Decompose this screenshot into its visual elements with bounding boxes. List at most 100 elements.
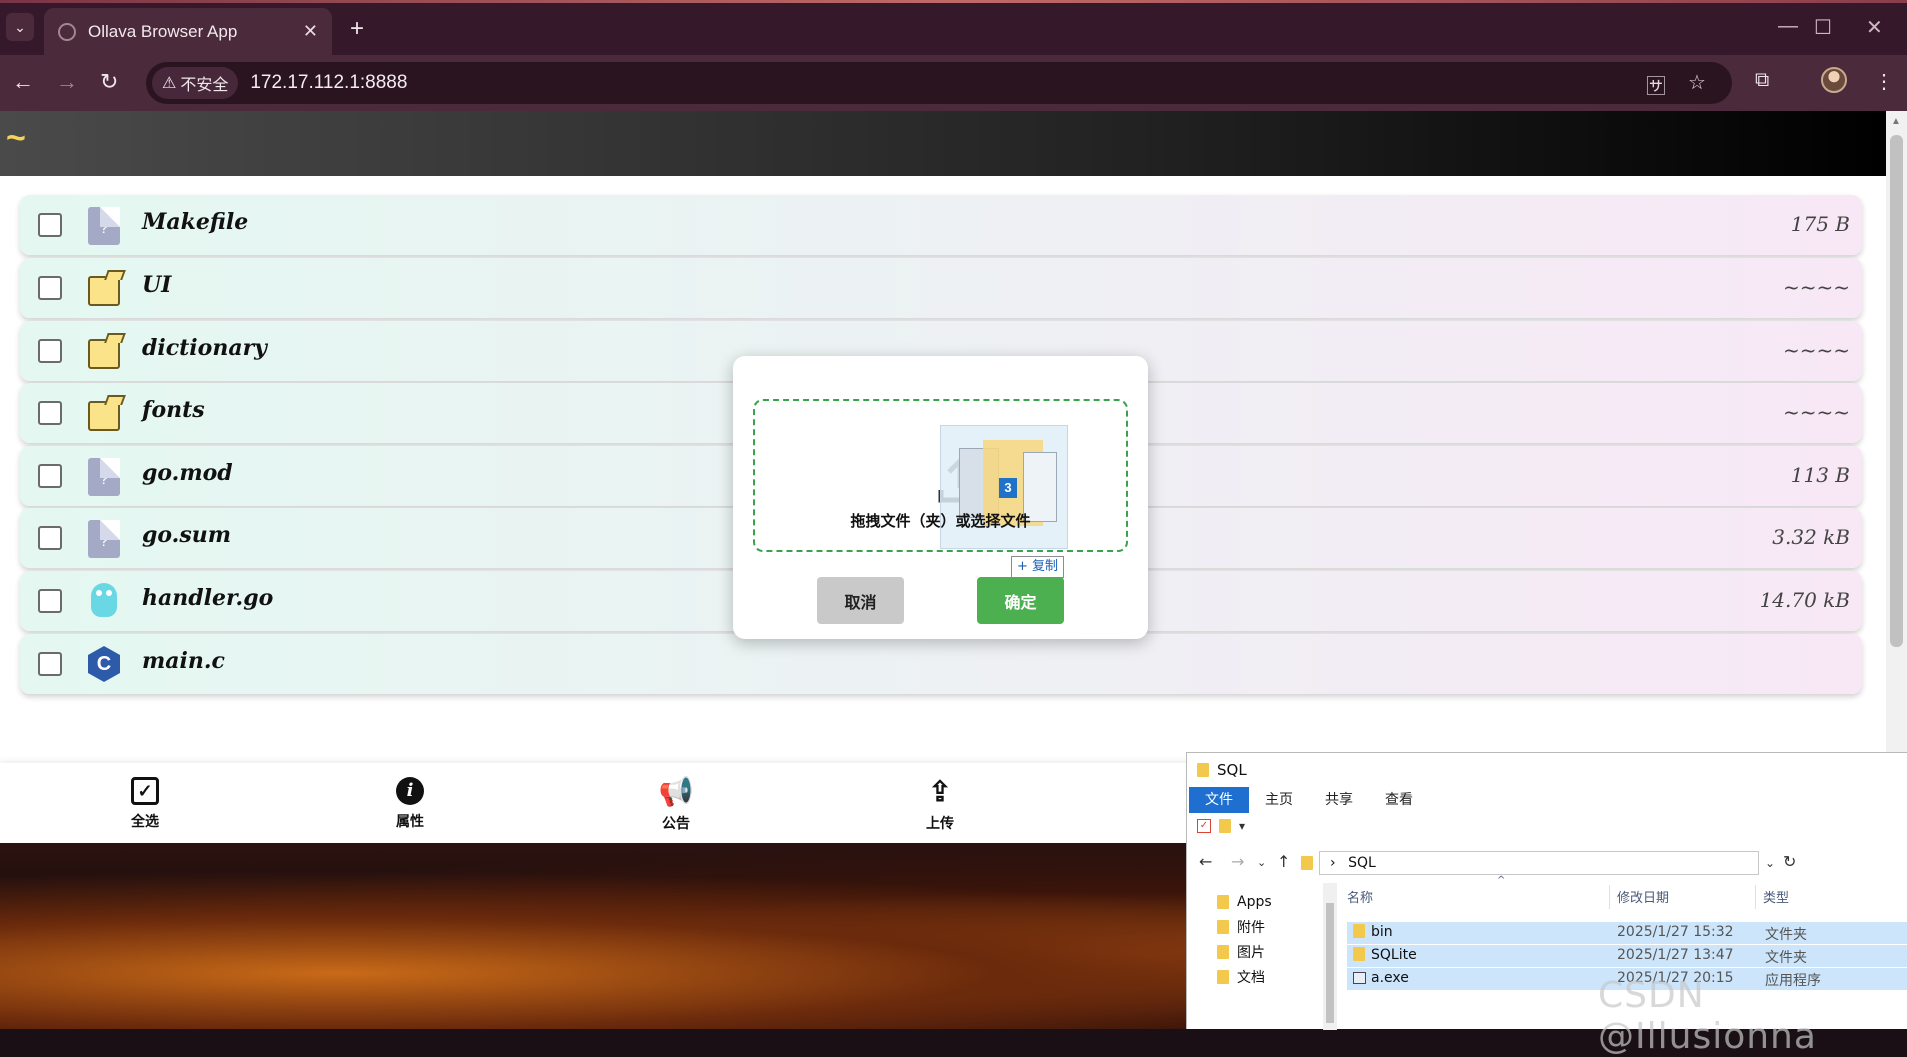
folder-icon	[1197, 763, 1209, 777]
nav-item-documents[interactable]: 文档	[1217, 964, 1272, 989]
properties-check-icon[interactable]: ✓	[1197, 819, 1211, 833]
file-name[interactable]: main.c	[142, 648, 225, 674]
folder-icon	[1353, 924, 1365, 938]
new-folder-icon[interactable]	[1219, 819, 1231, 833]
browser-menu-icon[interactable]: ⋮	[1874, 69, 1894, 94]
nav-item-label: 文档	[1237, 969, 1265, 986]
ribbon-tab-file[interactable]: 文件	[1189, 787, 1249, 813]
row-checkbox[interactable]	[38, 401, 62, 425]
extensions-puzzle-icon[interactable]: ⧉	[1755, 69, 1769, 92]
explorer-file-row[interactable]: SQLite 2025/1/27 13:47 文件夹	[1347, 945, 1907, 967]
select-all-button[interactable]: ✓ 全选	[105, 777, 185, 831]
announcement-button[interactable]: 📢 公告	[636, 777, 716, 833]
upload-icon: ⇪	[928, 776, 952, 807]
file-size: 113 B	[1790, 463, 1850, 487]
home-path-label[interactable]: ~	[6, 119, 26, 158]
profile-avatar[interactable]	[1821, 67, 1847, 93]
close-window-button[interactable]: ✕	[1866, 15, 1883, 40]
row-checkbox[interactable]	[38, 339, 62, 363]
browser-toolbar: ← → ↻ ⚠ 不安全 172.17.112.1:8888 🈂 ☆ ⧉ ⋮	[0, 55, 1907, 111]
back-arrow-icon[interactable]: ←	[12, 69, 34, 95]
column-divider[interactable]	[1755, 885, 1756, 909]
column-modified[interactable]: 修改日期	[1617, 887, 1669, 906]
maximize-button[interactable]: ☐	[1814, 15, 1832, 40]
drag-count-badge: 3	[999, 478, 1017, 498]
row-checkbox[interactable]	[38, 589, 62, 613]
row-checkbox[interactable]	[38, 652, 62, 676]
forward-arrow-icon[interactable]: →	[56, 69, 78, 95]
file-row[interactable]: ? Makefile 175 B	[20, 195, 1862, 255]
minimize-button[interactable]: —	[1778, 15, 1798, 38]
ribbon-tab-share[interactable]: 共享	[1309, 787, 1369, 813]
tab-active[interactable]: Ollava Browser App ✕	[44, 8, 332, 55]
application-icon	[1353, 972, 1366, 984]
file-row[interactable]: UI ~~~~	[20, 258, 1862, 318]
up-arrow-icon[interactable]: ↑	[1277, 852, 1290, 871]
security-indicator[interactable]: ⚠ 不安全	[152, 67, 239, 99]
customize-toolbar-icon[interactable]: ▾	[1239, 819, 1245, 833]
nav-item-pictures[interactable]: 图片	[1217, 939, 1272, 964]
tab-search-button[interactable]: ⌄	[6, 13, 34, 41]
properties-label: 属性	[396, 813, 424, 829]
folder-icon	[88, 333, 120, 371]
reload-icon[interactable]: ↻	[100, 69, 118, 95]
folder-icon	[1217, 894, 1229, 909]
ribbon-tab-home[interactable]: 主页	[1249, 787, 1309, 813]
confirm-button[interactable]: 确定	[977, 577, 1064, 624]
nav-item-apps[interactable]: Apps	[1217, 889, 1272, 914]
column-type[interactable]: 类型	[1763, 887, 1789, 906]
back-arrow-icon[interactable]: ←	[1199, 852, 1212, 871]
recent-locations-icon[interactable]: ⌄	[1257, 856, 1266, 869]
column-divider[interactable]	[1609, 885, 1610, 909]
breadcrumb-sql[interactable]: SQL	[1348, 855, 1376, 871]
c-language-icon: C	[88, 646, 120, 684]
file-name[interactable]: go.sum	[142, 522, 231, 548]
drop-zone-text[interactable]: 拖拽文件（夹）或选择文件	[755, 510, 1126, 531]
new-tab-button[interactable]: +	[350, 15, 364, 43]
address-dropdown-icon[interactable]: ⌄	[1765, 856, 1775, 870]
tab-close-button[interactable]: ✕	[303, 21, 318, 42]
cancel-button[interactable]: 取消	[817, 577, 904, 624]
nav-item-attachments[interactable]: 附件	[1217, 914, 1272, 939]
go-gopher-icon	[88, 583, 120, 621]
row-checkbox[interactable]	[38, 276, 62, 300]
column-name[interactable]: 名称	[1347, 887, 1373, 906]
refresh-icon[interactable]: ↻	[1783, 852, 1796, 871]
file-name[interactable]: go.mod	[142, 460, 233, 486]
explorer-file-row[interactable]: bin 2025/1/27 15:32 文件夹	[1347, 922, 1907, 944]
breadcrumb-separator: ›	[1330, 855, 1336, 871]
translate-icon[interactable]: 🈂	[1646, 70, 1666, 99]
upload-button[interactable]: ⇪ 上传	[900, 777, 980, 833]
scroll-up-arrow-icon[interactable]: ▲	[1891, 116, 1901, 127]
select-all-label: 全选	[131, 813, 159, 829]
row-checkbox[interactable]	[38, 464, 62, 488]
sort-ascending-icon: ^	[1497, 875, 1506, 886]
scrollbar-thumb[interactable]	[1326, 903, 1334, 1023]
file-size: 14.70 kB	[1759, 588, 1850, 612]
file-name[interactable]: dictionary	[142, 335, 267, 361]
scrollbar-thumb[interactable]	[1890, 135, 1903, 647]
nav-pane-scrollbar[interactable]	[1323, 883, 1337, 1030]
globe-icon	[58, 22, 76, 41]
explorer-path-box[interactable]: › SQL	[1319, 851, 1759, 875]
nav-item-label: 图片	[1237, 944, 1265, 961]
file-name[interactable]: handler.go	[142, 585, 273, 611]
file-row[interactable]: C main.c	[20, 634, 1862, 694]
explorer-file-date: 2025/1/27 15:32	[1617, 924, 1734, 940]
properties-button[interactable]: i 属性	[370, 777, 450, 831]
row-checkbox[interactable]	[38, 213, 62, 237]
file-name[interactable]: UI	[142, 272, 171, 298]
folder-icon	[88, 395, 120, 433]
bookmark-star-icon[interactable]: ☆	[1688, 70, 1706, 95]
upload-dialog: 3 拖拽文件（夹）或选择文件 + 复制 取消 确定	[733, 356, 1148, 639]
file-name[interactable]: Makefile	[142, 209, 248, 235]
ribbon-tab-view[interactable]: 查看	[1369, 787, 1429, 813]
drop-zone[interactable]: 3 拖拽文件（夹）或选择文件 + 复制	[753, 399, 1128, 578]
forward-arrow-icon[interactable]: →	[1231, 852, 1244, 871]
address-bar[interactable]: ⚠ 不安全 172.17.112.1:8888 🈂 ☆	[146, 62, 1732, 104]
folder-icon	[1217, 944, 1229, 959]
file-name[interactable]: fonts	[142, 397, 205, 423]
row-checkbox[interactable]	[38, 526, 62, 550]
url-text[interactable]: 172.17.112.1:8888	[250, 72, 407, 94]
file-size: 3.32 kB	[1772, 525, 1850, 549]
